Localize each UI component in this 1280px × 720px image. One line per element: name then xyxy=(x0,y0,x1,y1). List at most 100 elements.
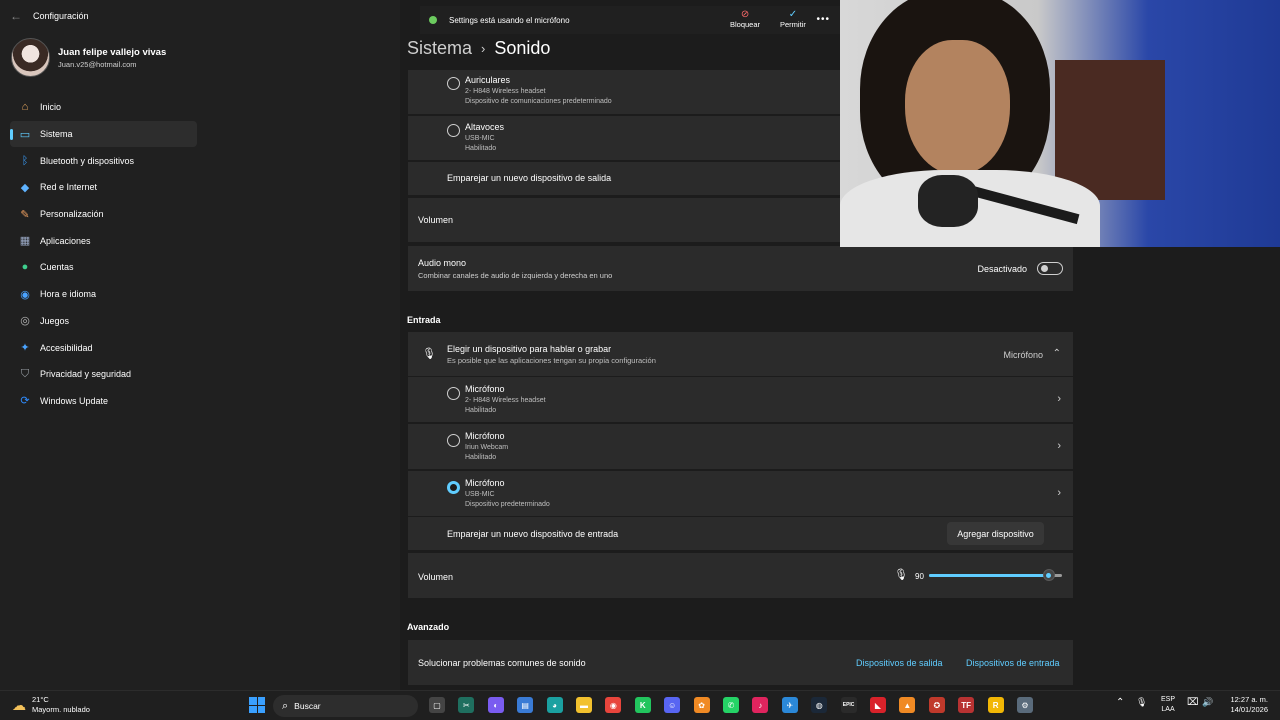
amd-icon[interactable]: ◣ xyxy=(870,697,886,713)
task-view-icon[interactable]: ▢ xyxy=(429,697,445,713)
chevron-right-icon[interactable]: › xyxy=(1057,393,1061,405)
input-device-model: Iriun Webcam xyxy=(465,444,509,451)
sidebar-item-personalizaci-n[interactable]: ✎ Personalización xyxy=(10,201,197,228)
store-icon[interactable]: ▤ xyxy=(517,697,534,713)
fl-studio-icon[interactable]: ✿ xyxy=(693,697,710,713)
settings-icon[interactable]: ⚙ xyxy=(1017,697,1033,713)
clock[interactable]: 12:27 a. m. 14/01/2026 xyxy=(1222,695,1268,715)
more-options-icon[interactable]: ••• xyxy=(816,14,830,25)
vlc-icon[interactable]: ▲ xyxy=(899,697,916,713)
pair-input-label: Emparejar un nuevo dispositivo de entrad… xyxy=(447,529,619,539)
accessibility-icon: ✦ xyxy=(20,342,30,355)
nav-list: ⌂ Inicio ▭ Sistema ᛒ Bluetooth y dispositivos… xyxy=(10,94,197,414)
mic-usage-banner: Settings está usando el micrófono ⊘ Bloq… xyxy=(420,6,840,34)
page-title: Sonido xyxy=(494,38,551,58)
input-device-chooser[interactable]: 🎙 Elegir un dispositivo para hablar o gr… xyxy=(408,332,1073,376)
search-icon: ⌕ xyxy=(282,699,289,712)
edge-icon[interactable]: ◕ xyxy=(546,697,563,713)
audio-mono-toggle[interactable] xyxy=(1037,262,1063,275)
sidebar-item-label: Juegos xyxy=(40,315,70,326)
clock-time: 12:27 a. m. xyxy=(1230,695,1268,704)
kick-icon[interactable]: K xyxy=(634,697,651,713)
user-profile[interactable]: Juan felipe vallejo vivas Juan.v25@hotma… xyxy=(11,38,166,77)
sidebar-item-cuentas[interactable]: ● Cuentas xyxy=(10,254,197,281)
home-icon: ⌂ xyxy=(21,101,29,114)
input-device-radio[interactable] xyxy=(447,481,460,494)
chevron-right-icon[interactable]: › xyxy=(1057,487,1061,499)
sidebar-item-accesibilidad[interactable]: ✦ Accesibilidad xyxy=(10,334,197,361)
sidebar-item-bluetooth-y-dispositivos[interactable]: ᛒ Bluetooth y dispositivos xyxy=(10,147,197,174)
weather-widget[interactable]: ☁ 21°C Mayorm. nublado xyxy=(12,695,90,715)
sidebar-item-windows-update[interactable]: ⟳ Windows Update xyxy=(10,388,197,415)
input-device-status: Dispositivo predeterminado xyxy=(465,501,550,508)
search-box[interactable]: ⌕ Buscar xyxy=(273,695,418,717)
windows-start-icon[interactable] xyxy=(249,697,265,713)
chevron-up-icon[interactable]: ⌃ xyxy=(1053,348,1061,359)
clock-date: 14/01/2026 xyxy=(1230,705,1268,714)
input-device-radio[interactable] xyxy=(447,434,460,447)
webcam-person-face xyxy=(905,40,1010,175)
sidebar-item-privacidad-y-seguridad[interactable]: ⛉ Privacidad y seguridad xyxy=(10,361,197,388)
sidebar-item-hora-e-idioma[interactable]: ◉ Hora e idioma xyxy=(10,281,197,308)
chrome-icon[interactable]: ◉ xyxy=(605,697,622,713)
epic-games-icon[interactable]: EPIC xyxy=(840,697,857,713)
output-device-model: USB-MIC xyxy=(465,135,495,142)
file-explorer-icon[interactable]: ▬ xyxy=(576,697,592,713)
sidebar-item-label: Sistema xyxy=(40,129,73,140)
tray-chevron-icon[interactable]: ⌃ xyxy=(1116,697,1124,708)
rockstar-icon[interactable]: R xyxy=(987,697,1004,713)
audio-mono-subtitle: Combinar canales de audio de izquierda y… xyxy=(418,271,613,280)
language-indicator[interactable]: ESP LAA xyxy=(1161,695,1175,715)
input-device-row[interactable]: Micrófono 2- H848 Wireless headset Habilit… xyxy=(408,377,1073,422)
navigation-pane: ← Configuración Juan felipe vallejo viva… xyxy=(0,0,400,690)
volume-icon[interactable]: 🔊 xyxy=(1202,697,1213,708)
sidebar-item-inicio[interactable]: ⌂ Inicio xyxy=(10,94,197,121)
output-device-radio[interactable] xyxy=(447,77,460,90)
input-volume-thumb[interactable] xyxy=(1042,569,1055,581)
input-device-radio[interactable] xyxy=(447,387,460,400)
troubleshoot-row: Solucionar problemas comunes de sonido D… xyxy=(408,640,1073,685)
input-device-row[interactable]: Micrófono USB-MIC Dispositivo predetermina… xyxy=(408,471,1073,516)
teams-icon[interactable]: ✈ xyxy=(781,697,798,713)
chevron-right-icon[interactable]: › xyxy=(1057,440,1061,452)
webcam-background-shelf xyxy=(1055,60,1165,200)
input-device-model: USB-MIC xyxy=(465,491,495,498)
output-device-radio[interactable] xyxy=(447,124,460,137)
weather-desc: Mayorm. nublado xyxy=(32,705,90,714)
block-button[interactable]: ⊘ Bloquear xyxy=(730,9,760,29)
tiktok-icon[interactable]: ♪ xyxy=(752,697,769,713)
input-chooser-subtitle: Es posible que las aplicaciones tengan s… xyxy=(447,356,656,365)
copilot-icon[interactable]: ◐ xyxy=(487,697,504,713)
discord-icon[interactable]: ☺ xyxy=(664,697,681,713)
input-device-name: Micrófono xyxy=(465,478,505,488)
sidebar-item-label: Hora e idioma xyxy=(40,289,97,300)
snipping-icon[interactable]: ✂ xyxy=(458,697,475,713)
sidebar-item-aplicaciones[interactable]: ▦ Aplicaciones xyxy=(10,227,197,254)
allow-button[interactable]: ✓ Permitir xyxy=(780,9,806,29)
whatsapp-icon[interactable]: ✆ xyxy=(723,697,739,713)
input-volume-value: 90 xyxy=(915,572,924,581)
breadcrumb-parent[interactable]: Sistema xyxy=(407,38,472,59)
webcam-microphone xyxy=(918,175,978,227)
add-device-button[interactable]: Agregar dispositivo xyxy=(947,522,1044,545)
input-devices-link[interactable]: Dispositivos de entrada xyxy=(966,658,1060,668)
input-device-row[interactable]: Micrófono Iriun Webcam Habilitado › xyxy=(408,424,1073,469)
tray-mic-icon[interactable]: 🎙 xyxy=(1136,697,1147,708)
input-device-name: Micrófono xyxy=(465,384,505,394)
output-devices-link[interactable]: Dispositivos de salida xyxy=(856,658,943,668)
sidebar-item-label: Inicio xyxy=(40,102,62,113)
input-device-name: Micrófono xyxy=(465,431,505,441)
input-volume-slider[interactable] xyxy=(929,569,1062,581)
mic-active-indicator xyxy=(429,16,437,24)
back-arrow-icon[interactable]: ← xyxy=(0,9,32,23)
network-icon[interactable]: ⌧ xyxy=(1187,697,1199,708)
steam-icon[interactable]: ◍ xyxy=(811,697,828,713)
sidebar-item-red-e-internet[interactable]: ◆ Red e Internet xyxy=(10,174,197,201)
sidebar-item-sistema[interactable]: ▭ Sistema xyxy=(10,120,197,148)
sidebar-item-juegos[interactable]: ◎ Juegos xyxy=(10,308,197,335)
tf-icon[interactable]: TF xyxy=(958,697,975,713)
app-badge-icon[interactable]: ✪ xyxy=(928,697,945,713)
profile-email: Juan.v25@hotmail.com xyxy=(58,59,137,69)
mic-volume-icon[interactable]: 🎙 xyxy=(894,568,908,581)
language-code: ESP xyxy=(1161,696,1176,703)
